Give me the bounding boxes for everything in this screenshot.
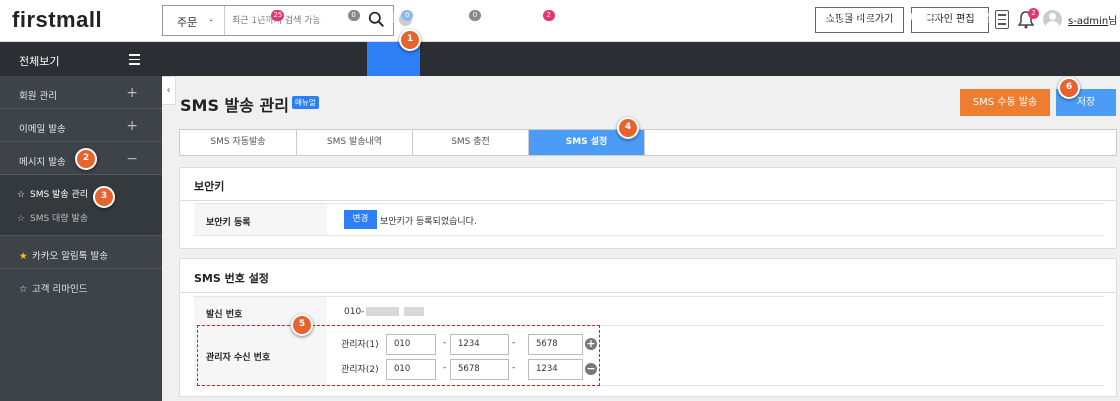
nav-badge: 0 bbox=[468, 10, 481, 21]
nav-item-label: 라이브 쇼핑 bbox=[821, 12, 873, 24]
security-key-panel: 보안키 보안키 등록 변경 보안키가 등록되었습니다. bbox=[179, 167, 1117, 249]
tab-sms-charge[interactable]: SMS 충전 bbox=[413, 130, 529, 155]
user-menu[interactable]: s-admin님 bbox=[1068, 12, 1117, 27]
masked-number bbox=[404, 307, 425, 316]
sidebar-submenu: ☆ SMS 발송 관리 ☆ SMS 대량 발송 bbox=[0, 175, 162, 236]
section-title: SMS 번호 설정 bbox=[180, 259, 1116, 293]
highlight-box bbox=[197, 325, 600, 386]
sidebar-item-email[interactable]: 이메일 발송 + bbox=[0, 109, 162, 142]
nav-item-label: 회원 bbox=[381, 12, 401, 24]
main-nav bbox=[162, 42, 1120, 76]
sidebar: 전체보기 회원 관리 + 이메일 발송 + 메시지 발송 − ☆ SMS 발송 관리 ☆… bbox=[0, 42, 162, 401]
sidebar-item-label: 메시지 발송 bbox=[19, 157, 66, 168]
notification-button[interactable]: 2 bbox=[1018, 8, 1039, 30]
sender-number-prefix: 010- bbox=[344, 307, 365, 317]
sidebar-subitem-label: SMS 대량 발송 bbox=[30, 214, 89, 224]
security-status-text: 보안키가 등록되었습니다. bbox=[380, 217, 477, 227]
star-outline-icon: ☆ bbox=[17, 190, 26, 200]
annotation-marker: 1 bbox=[399, 29, 421, 51]
nav-item-label: 통계 bbox=[647, 12, 667, 24]
section-title: 보안키 bbox=[180, 168, 1116, 201]
annotation-marker: 6 bbox=[1058, 77, 1080, 99]
nav-item-order[interactable]: 주문 25 bbox=[251, 10, 285, 25]
top-bar: firstmall 주문 ⌄ ? 쇼핑몰 바로가기 디자인 편집 2 s-adm… bbox=[0, 0, 1120, 42]
star-outline-icon: ☆ bbox=[17, 214, 26, 224]
nav-item-label: 상품 bbox=[198, 12, 218, 24]
nav-item-label: 모바일 bbox=[699, 12, 728, 24]
nav-item-board[interactable]: 게시판 0 bbox=[439, 10, 481, 25]
nav-badge: 25 bbox=[271, 10, 285, 21]
nav-badge: 2 bbox=[542, 10, 555, 21]
notification-badge: 2 bbox=[1028, 8, 1039, 19]
manual-badge[interactable]: 매뉴얼 bbox=[292, 96, 319, 109]
nav-badge: 0 bbox=[347, 10, 360, 21]
sidebar-subitem-sms-manage[interactable]: ☆ SMS 발송 관리 bbox=[0, 181, 162, 205]
nav-item-label: 주문 bbox=[251, 12, 271, 24]
sms-manual-send-button[interactable]: SMS 수동 발송 bbox=[960, 89, 1050, 116]
avatar[interactable] bbox=[1043, 10, 1062, 29]
annotation-marker: 5 bbox=[291, 314, 313, 336]
star-outline-icon: ☆ bbox=[19, 284, 28, 295]
tab-sms-history[interactable]: SMS 발송내역 bbox=[297, 130, 413, 155]
document-icon[interactable] bbox=[995, 10, 1009, 29]
nav-item-label: 마케팅 bbox=[579, 12, 608, 24]
sidebar-title: 전체보기 bbox=[19, 55, 60, 68]
search-category-label: 주문 bbox=[177, 16, 198, 29]
nav-item-openmarket[interactable]: 오픈마켓 0 bbox=[308, 10, 360, 25]
annotation-marker: 2 bbox=[75, 148, 97, 170]
nav-item-store[interactable]: 매장 bbox=[765, 10, 784, 25]
sidebar-header: 전체보기 bbox=[0, 42, 162, 76]
nav-item-product[interactable]: 상품 bbox=[198, 10, 217, 25]
sidebar-item-kakao[interactable]: ★ 카카오 알림톡 발송 bbox=[0, 236, 162, 269]
nav-item-label: 디자인 bbox=[910, 12, 939, 24]
nav-item-settings[interactable]: 설정 bbox=[975, 10, 994, 25]
sidebar-item-label: 회원 관리 bbox=[19, 91, 57, 102]
user-suffix: 님 bbox=[1108, 16, 1118, 27]
nav-item-label: 매장 bbox=[765, 12, 785, 24]
plus-icon[interactable]: + bbox=[126, 85, 138, 101]
annotation-marker: 4 bbox=[617, 117, 639, 139]
sidebar-item-label: 이메일 발송 bbox=[19, 124, 66, 135]
sidebar-item-label: 카카오 알림톡 발송 bbox=[32, 251, 108, 262]
minus-icon[interactable]: − bbox=[126, 151, 138, 167]
logo[interactable]: firstmall bbox=[12, 7, 102, 33]
sidebar-item-remind[interactable]: ☆ 고객 리마인드 bbox=[0, 269, 162, 302]
sidebar-subitem-label: SMS 발송 관리 bbox=[30, 190, 89, 200]
change-button[interactable]: 변경 bbox=[344, 210, 377, 229]
tab-sms-auto[interactable]: SMS 자동발송 bbox=[180, 130, 297, 155]
nav-item-label: 오픈마켓 bbox=[308, 12, 347, 24]
sidebar-item-label: 고객 리마인드 bbox=[32, 284, 88, 295]
menu-icon[interactable] bbox=[129, 54, 140, 68]
page-title: SMS 발송 관리 bbox=[180, 96, 289, 115]
nav-item-member[interactable]: 회원 0 bbox=[381, 10, 414, 25]
nav-item-live[interactable]: 라이브 쇼핑 bbox=[821, 10, 873, 25]
nav-item-promotion[interactable]: 프로모션 2 bbox=[503, 10, 555, 25]
annotation-marker: 3 bbox=[93, 186, 115, 208]
nav-item-label: 설정 bbox=[975, 12, 995, 24]
nav-item-marketing[interactable]: 마케팅 bbox=[579, 10, 608, 25]
sender-number-row: 발신 번호 010- bbox=[194, 296, 1104, 326]
security-key-row: 보안키 등록 변경 보안키가 등록되었습니다. bbox=[194, 203, 1104, 236]
sidebar-item-member[interactable]: 회원 관리 + bbox=[0, 76, 162, 109]
masked-number bbox=[366, 307, 400, 316]
nav-item-label: 게시판 bbox=[439, 12, 468, 24]
nav-item-label: 프로모션 bbox=[503, 12, 542, 24]
sender-number-value: 010- bbox=[344, 307, 425, 317]
row-label: 보안키 등록 bbox=[194, 204, 327, 235]
nav-item-mobile[interactable]: 모바일 bbox=[699, 10, 728, 25]
nav-badge: 0 bbox=[401, 10, 414, 21]
sidebar-collapse-button[interactable]: ‹ bbox=[162, 76, 176, 105]
nav-item-stats[interactable]: 통계 bbox=[647, 10, 666, 25]
plus-icon[interactable]: + bbox=[126, 118, 138, 134]
tab-bar: SMS 자동발송 SMS 발송내역 SMS 충전 SMS 설정 bbox=[179, 129, 1117, 156]
username: s-admin bbox=[1068, 16, 1109, 27]
nav-item-design[interactable]: 디자인 bbox=[910, 10, 939, 25]
sidebar-subitem-sms-bulk[interactable]: ☆ SMS 대량 발송 bbox=[0, 205, 162, 229]
star-filled-icon: ★ bbox=[19, 251, 28, 262]
